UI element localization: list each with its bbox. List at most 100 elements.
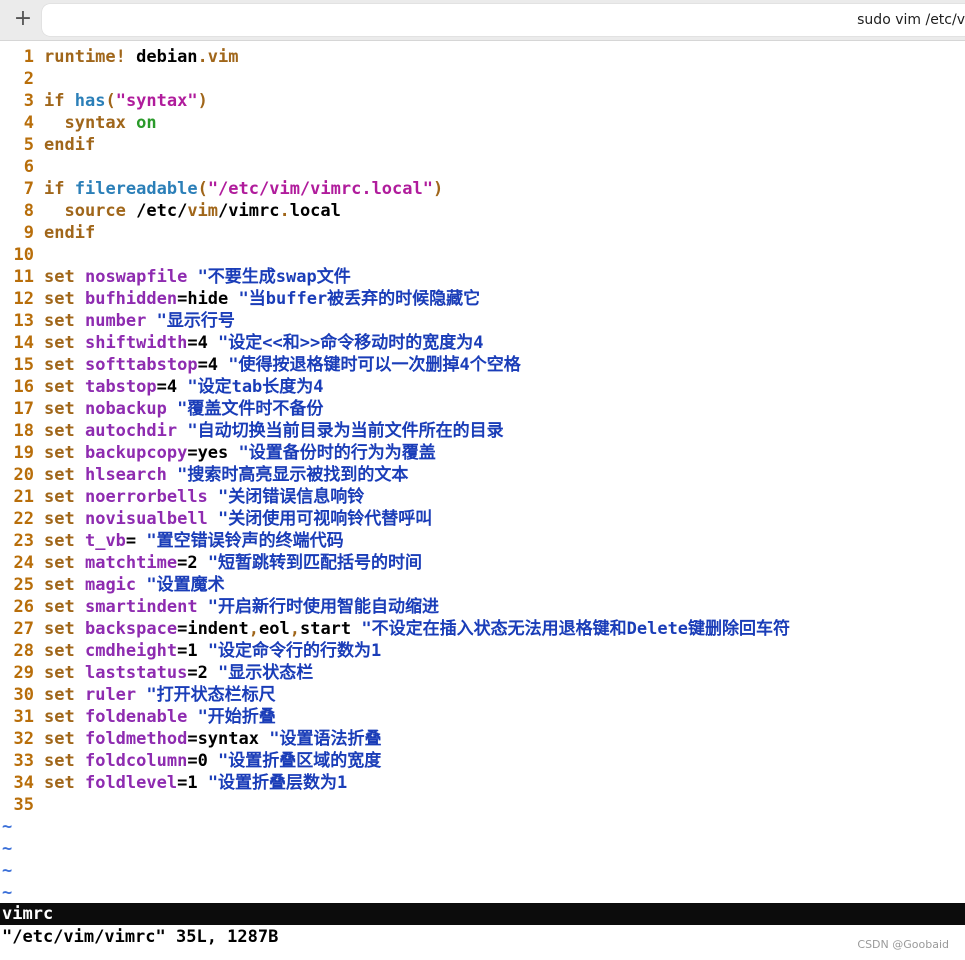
code-token: "自动切换当前目录为当前文件所在的目录: [177, 421, 504, 441]
code-token: foldenable: [84, 707, 188, 727]
line-number: 14: [13, 333, 34, 353]
code-token: set: [44, 487, 75, 507]
code-token: backupcopy: [84, 443, 188, 463]
code-line[interactable]: 10: [0, 244, 965, 266]
code-token: ruler: [84, 685, 137, 705]
code-token: set: [44, 399, 75, 419]
code-token: "覆盖文件时不备份: [166, 399, 324, 419]
code-token: cmdheight: [84, 641, 178, 661]
code-token: =1: [177, 773, 198, 793]
code-line[interactable]: 5 endif: [0, 134, 965, 156]
code-line[interactable]: 31 set foldenable "开始折叠: [0, 706, 965, 728]
code-token: set: [44, 355, 75, 375]
code-token: tabstop: [84, 377, 157, 397]
code-line[interactable]: 23 set t_vb= "置空错误铃声的终端代码: [0, 530, 965, 552]
code-token: nobackup: [84, 399, 167, 419]
code-line[interactable]: 11 set noswapfile "不要生成swap文件: [0, 266, 965, 288]
code-line[interactable]: 21 set noerrorbells "关闭错误信息响铃: [0, 486, 965, 508]
code-token: smartindent: [84, 597, 198, 617]
code-line[interactable]: 26 set smartindent "开启新行时使用智能自动缩进: [0, 596, 965, 618]
code-line[interactable]: 18 set autochdir "自动切换当前目录为当前文件所在的目录: [0, 420, 965, 442]
code-line[interactable]: 9 endif: [0, 222, 965, 244]
line-number: 25: [13, 575, 34, 595]
code-token: laststatus: [84, 663, 188, 683]
code-token: set: [44, 333, 75, 353]
code-token: set: [44, 597, 75, 617]
code-token: local: [289, 201, 341, 221]
code-line[interactable]: 29 set laststatus=2 "显示状态栏: [0, 662, 965, 684]
empty-line-marker: ~: [2, 817, 13, 837]
code-line[interactable]: 24 set matchtime=2 "短暂跳转到匹配括号的时间: [0, 552, 965, 574]
code-line[interactable]: 20 set hlsearch "搜索时高亮显示被找到的文本: [0, 464, 965, 486]
terminal-tab[interactable]: sudo vim /etc/v: [42, 4, 965, 36]
code-line[interactable]: 2: [0, 68, 965, 90]
line-number: 13: [13, 311, 34, 331]
code-token: on: [136, 113, 157, 133]
code-line[interactable]: 34 set foldlevel=1 "设置折叠层数为1: [0, 772, 965, 794]
code-token: "搜索时高亮显示被找到的文本: [166, 465, 409, 485]
code-token: has: [74, 91, 106, 111]
code-token: if: [44, 179, 65, 199]
code-line[interactable]: 14 set shiftwidth=4 "设定<<和>>命令移动时的宽度为4: [0, 332, 965, 354]
code-line[interactable]: 25 set magic "设置魔术: [0, 574, 965, 596]
code-token: set: [44, 729, 75, 749]
line-number: 34: [13, 773, 34, 793]
code-token: set: [44, 773, 75, 793]
code-line[interactable]: 1 runtime! debian.vim: [0, 46, 965, 68]
code-line[interactable]: 15 set softtabstop=4 "使得按退格键时可以一次删掉4个空格: [0, 354, 965, 376]
code-token: (: [197, 179, 208, 199]
code-token: debian: [125, 47, 198, 67]
code-token: "syntax": [115, 91, 198, 111]
code-token: syntax: [44, 113, 126, 133]
code-token: =2: [177, 553, 198, 573]
code-line[interactable]: 28 set cmdheight=1 "设定命令行的行数为1: [0, 640, 965, 662]
line-number: 33: [13, 751, 34, 771]
code-line[interactable]: 4 syntax on: [0, 112, 965, 134]
new-tab-button[interactable]: +: [6, 4, 40, 34]
code-token: eol: [259, 619, 290, 639]
line-number: 27: [13, 619, 34, 639]
line-number: 2: [23, 69, 34, 89]
code-token: vim: [207, 47, 239, 67]
code-token: ,: [289, 619, 300, 639]
code-line[interactable]: 32 set foldmethod=syntax "设置语法折叠: [0, 728, 965, 750]
code-line[interactable]: 12 set bufhidden=hide "当buffer被丢弃的时候隐藏它: [0, 288, 965, 310]
code-token: "开启新行时使用智能自动缩进: [197, 597, 440, 617]
tab-title: sudo vim /etc/v: [857, 12, 965, 28]
code-line[interactable]: 16 set tabstop=4 "设定tab长度为4: [0, 376, 965, 398]
line-number: 3: [23, 91, 34, 111]
code-line[interactable]: 17 set nobackup "覆盖文件时不备份: [0, 398, 965, 420]
code-line[interactable]: 33 set foldcolumn=0 "设置折叠区域的宽度: [0, 750, 965, 772]
line-number: 7: [23, 179, 34, 199]
code-token: set: [44, 751, 75, 771]
code-line[interactable]: 13 set number "显示行号: [0, 310, 965, 332]
code-token: set: [44, 619, 75, 639]
code-token: ): [432, 179, 444, 199]
code-token: set: [44, 575, 75, 595]
code-line[interactable]: 19 set backupcopy=yes "设置备份时的行为为覆盖: [0, 442, 965, 464]
code-line[interactable]: 35: [0, 794, 965, 816]
code-line[interactable]: 8 source /etc/vim/vimrc.local: [0, 200, 965, 222]
code-line[interactable]: 6: [0, 156, 965, 178]
line-number: 11: [13, 267, 34, 287]
code-token: set: [44, 289, 75, 309]
code-line[interactable]: 3 if has("syntax"): [0, 90, 965, 112]
code-line[interactable]: 30 set ruler "打开状态栏标尺: [0, 684, 965, 706]
code-token: "打开状态栏标尺: [136, 685, 276, 705]
line-number: 19: [13, 443, 34, 463]
code-token: endif: [44, 223, 96, 243]
code-line[interactable]: 27 set backspace=indent,eol,start "不设定在插入…: [0, 618, 965, 640]
code-line[interactable]: 22 set novisualbell "关闭使用可视响铃代替呼叫: [0, 508, 965, 530]
vim-buffer[interactable]: 1 runtime! debian.vim 2 3 if has("syntax") 4 …: [0, 46, 965, 904]
code-token: set: [44, 465, 75, 485]
code-token: start: [299, 619, 352, 639]
code-token: backspace: [84, 619, 178, 639]
code-token: set: [44, 443, 75, 463]
code-line[interactable]: 7 if filereadable("/etc/vim/vimrc.local"): [0, 178, 965, 200]
